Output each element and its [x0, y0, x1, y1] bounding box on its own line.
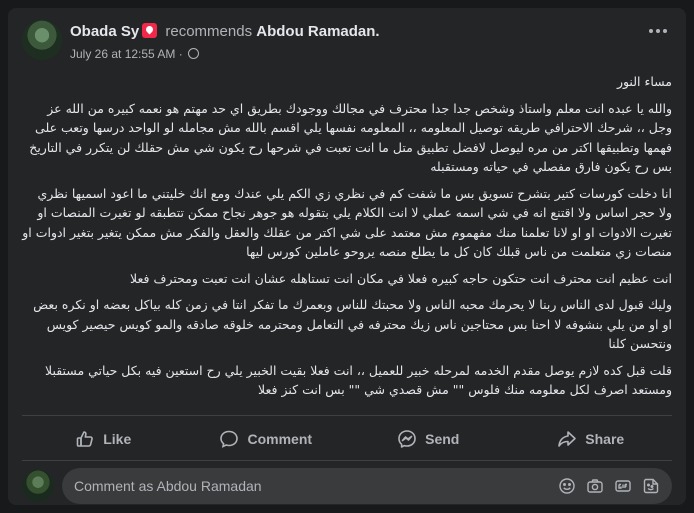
post-header: Obada Sy recommends Abdou Ramadan. July … [22, 20, 672, 64]
comment-composer: Comment as Abdou Ramadan [22, 468, 672, 504]
post-card: Obada Sy recommends Abdou Ramadan. July … [8, 8, 686, 505]
post-paragraph: انا دخلت كورسات كتير بتشرح تسويق بس ما ش… [22, 185, 672, 260]
post-paragraph: والله يا عبده انت معلم واستاذ وشخص جدا ج… [29, 100, 672, 175]
author-name[interactable]: Obada Sy [70, 23, 139, 40]
thumbs-up-icon [76, 431, 94, 447]
comment-button[interactable]: Comment [185, 422, 348, 456]
post-date[interactable]: July 26 at 12:55 AM [70, 47, 175, 61]
commenter-avatar[interactable] [22, 470, 54, 502]
sticker-icon[interactable] [642, 477, 660, 495]
like-button[interactable]: Like [22, 422, 185, 456]
post-title-line: Obada Sy recommends Abdou Ramadan. [70, 23, 380, 40]
meta-separator: · [178, 47, 183, 61]
share-label: Share [585, 431, 625, 447]
gif-icon[interactable] [614, 477, 632, 495]
messenger-icon [398, 430, 416, 448]
post-paragraph: انت عظيم انت محترف انت حتكون حاجه كبيره … [130, 270, 672, 286]
post-body: مساء النور والله يا عبده انت معلم واستاذ… [22, 72, 672, 407]
recommends-label: recommends [165, 23, 253, 40]
post-actions-bar: Like Comment Send Share [22, 422, 672, 456]
post-meta: July 26 at 12:55 AM · [70, 47, 200, 61]
camera-icon[interactable] [586, 477, 604, 495]
send-button[interactable]: Send [347, 422, 510, 456]
top-fan-badge-icon [142, 23, 158, 38]
more-options-button[interactable] [646, 22, 670, 46]
actions-top-divider [22, 415, 672, 416]
more-dots-icon [649, 29, 667, 33]
send-label: Send [425, 431, 460, 447]
comment-label: Comment [247, 431, 313, 447]
post-paragraph: وليك قبول لدى الناس ربنا لا يحرمك محبه ا… [33, 297, 672, 351]
emoji-icon[interactable] [558, 477, 576, 495]
post-paragraph: مساء النور [616, 74, 672, 89]
share-button[interactable]: Share [510, 422, 673, 456]
globe-icon [188, 48, 200, 59]
author-avatar[interactable] [22, 20, 62, 60]
like-label: Like [103, 431, 132, 447]
comment-tools [558, 477, 660, 495]
comment-placeholder: Comment as Abdou Ramadan [74, 478, 262, 494]
post-paragraph: قلت قبل كده لازم يوصل مقدم الخدمه لمرحله… [44, 362, 672, 398]
actions-bottom-divider [22, 460, 672, 461]
comment-input[interactable]: Comment as Abdou Ramadan [62, 468, 672, 504]
comment-icon [220, 430, 239, 448]
share-icon [558, 431, 577, 447]
page-name[interactable]: Abdou Ramadan. [256, 23, 379, 40]
